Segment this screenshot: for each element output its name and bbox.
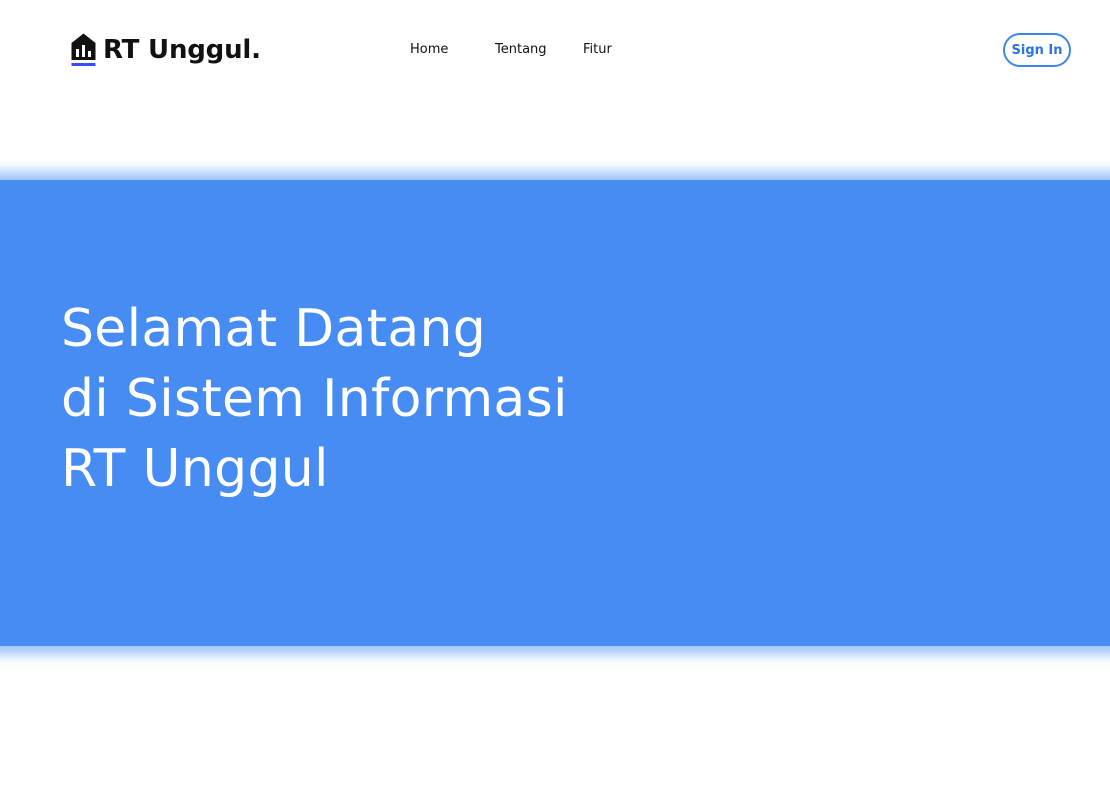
hero-title: Selamat Datang di Sistem Informasi RT Un… [61,294,568,504]
brand-name: RT Unggul. [103,35,261,65]
page: RT Unggul. Home Tentang Fitur Sign In Se… [0,0,1110,790]
nav-link-fitur[interactable]: Fitur [583,41,612,59]
hero-title-line-1: Selamat Datang [61,299,487,359]
house-chart-icon [71,33,96,66]
hero-title-line-2: di Sistem Informasi [61,369,568,429]
brand-logo-link[interactable]: RT Unggul. [71,33,261,67]
nav-link-home[interactable]: Home [410,41,448,59]
navbar: RT Unggul. Home Tentang Fitur Sign In [0,0,1110,100]
sign-in-button[interactable]: Sign In [1003,33,1071,67]
nav-link-tentang[interactable]: Tentang [495,41,547,59]
hero-title-line-3: RT Unggul [61,439,329,499]
